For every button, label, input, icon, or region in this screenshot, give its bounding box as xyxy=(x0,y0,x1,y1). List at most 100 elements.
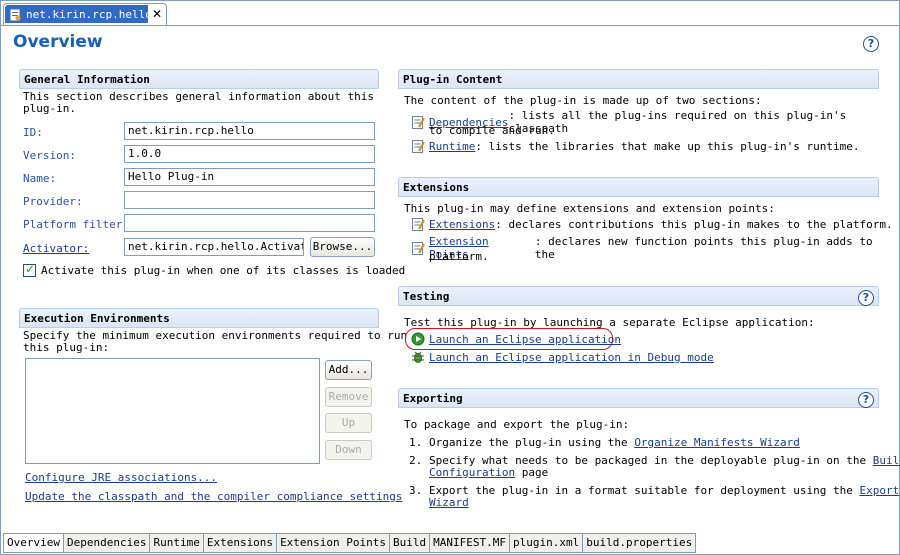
tab-runtime[interactable]: Runtime xyxy=(150,534,204,553)
down-button[interactable]: Down xyxy=(325,440,372,460)
section-title: Execution Environments xyxy=(24,312,170,325)
exporting-intro: To package and export the plug-in: xyxy=(404,418,630,431)
tab-plugin-xml[interactable]: plugin.xml xyxy=(510,534,584,553)
step3-text: Export the plug-in in a format suitable … xyxy=(429,484,860,497)
activate-checkbox-row[interactable]: ✓ Activate this plug-in when one of its … xyxy=(23,262,406,277)
checkmark-icon: ✓ xyxy=(25,262,36,276)
help-icon[interactable]: ? xyxy=(863,36,879,52)
execution-description-line2: this plug-in: xyxy=(23,341,110,354)
runtime-row: Runtime : lists the libraries that make … xyxy=(411,139,859,153)
browse-button[interactable]: Browse... xyxy=(310,237,375,257)
testing-header[interactable]: Testing xyxy=(398,286,879,306)
plugin-content-section: Plug-in Content xyxy=(398,69,879,89)
testing-help-icon[interactable]: ? xyxy=(858,290,874,306)
remove-button[interactable]: Remove xyxy=(325,387,372,407)
tab-build-properties[interactable]: build.properties xyxy=(583,534,697,553)
step2-number: 2. xyxy=(409,454,423,467)
debug-row: Launch an Eclipse application in Debug m… xyxy=(411,350,714,364)
section-title: Testing xyxy=(403,290,450,303)
editor-tab[interactable]: net.kirin.rcp.hello ✕ xyxy=(3,3,167,25)
step1-number: 1. xyxy=(409,436,423,449)
editor-tab-title: net.kirin.rcp.hello xyxy=(26,8,152,21)
extension-points-description-line2: platform. xyxy=(429,250,489,263)
exporting-header[interactable]: Exporting xyxy=(398,388,879,408)
dependencies-description: : lists all the plug-ins required on thi… xyxy=(508,109,847,135)
up-button[interactable]: Up xyxy=(325,413,372,433)
build-configuration-link-cont[interactable]: Configuration xyxy=(429,466,515,479)
version-label: Version: xyxy=(23,149,76,162)
extensions-intro: This plug-in may define extensions and e… xyxy=(404,202,775,215)
execution-environments-header[interactable]: Execution Environments xyxy=(19,308,379,328)
plugin-content-intro: The content of the plug-in is made up of… xyxy=(404,94,762,107)
step2-line2: Configuration page xyxy=(429,466,548,479)
step1-text: Organize the plug-in using the xyxy=(429,436,635,449)
provider-label: Provider: xyxy=(23,195,83,208)
tab-build[interactable]: Build xyxy=(390,534,431,553)
section-title: General Information xyxy=(24,73,150,86)
plugin-content-header[interactable]: Plug-in Content xyxy=(398,69,879,89)
name-label: Name: xyxy=(23,172,57,185)
id-field[interactable]: net.kirin.rcp.hello xyxy=(124,122,375,140)
platform-filter-label: Platform filter: xyxy=(23,218,129,231)
debug-application-link[interactable]: Launch an Eclipse application in Debug m… xyxy=(429,351,714,364)
launch-row: Launch an Eclipse application xyxy=(411,332,621,346)
add-button[interactable]: Add... xyxy=(325,360,372,380)
export-wizard-link-cont[interactable]: Wizard xyxy=(429,496,469,509)
step1-line: Organize the plug-in using the Organize … xyxy=(429,436,800,449)
step2-text2: page xyxy=(515,466,549,479)
name-field[interactable]: Hello Plug-in xyxy=(124,168,375,186)
execution-environments-section: Execution Environments xyxy=(19,308,379,328)
tab-manifest[interactable]: MANIFEST.MF xyxy=(430,534,511,553)
general-description-line2: plug-in. xyxy=(23,102,76,115)
extensions-header[interactable]: Extensions xyxy=(398,177,879,197)
step3-line: Export the plug-in in a format suitable … xyxy=(429,484,899,497)
testing-section: Testing xyxy=(398,286,879,306)
export-wizard-link[interactable]: Export xyxy=(859,484,899,497)
dependencies-description-line2: to compile and run. xyxy=(429,124,555,137)
exporting-section: Exporting xyxy=(398,388,879,408)
page-edit-icon xyxy=(412,140,425,153)
general-information-header[interactable]: General Information xyxy=(19,69,379,89)
configure-jre-link[interactable]: Configure JRE associations... xyxy=(25,471,217,484)
extensions-row: Extensions : declares contributions this… xyxy=(411,217,893,231)
version-field[interactable]: 1.0.0 xyxy=(124,145,375,163)
page-edit-icon xyxy=(412,218,425,231)
editor-frame: net.kirin.rcp.hello ✕ Overview ? General… xyxy=(0,0,900,555)
general-information-section: General Information xyxy=(19,69,379,89)
page-title: Overview xyxy=(13,32,103,52)
extensions-description: : declares contributions this plug-in ma… xyxy=(495,217,893,231)
tab-strip-divider xyxy=(1,25,899,26)
update-classpath-link[interactable]: Update the classpath and the compiler co… xyxy=(25,490,403,503)
tab-extension-points[interactable]: Extension Points xyxy=(277,534,391,553)
page-edit-icon xyxy=(412,242,425,255)
extensions-link[interactable]: Extensions xyxy=(429,218,495,231)
activate-checkbox-label: Activate this plug-in when one of its cl… xyxy=(41,264,406,277)
runtime-description: : lists the libraries that make up this … xyxy=(475,139,860,153)
extensions-section: Extensions xyxy=(398,177,879,197)
close-icon[interactable]: ✕ xyxy=(152,7,162,21)
section-title: Plug-in Content xyxy=(403,73,503,86)
id-label: ID: xyxy=(23,126,43,139)
page-edit-icon xyxy=(412,116,425,129)
exporting-help-icon[interactable]: ? xyxy=(858,392,874,408)
platform-filter-field[interactable] xyxy=(124,214,375,232)
activate-checkbox[interactable]: ✓ xyxy=(23,262,36,277)
step3-line2: Wizard xyxy=(429,496,469,509)
execution-environments-list[interactable] xyxy=(25,358,320,464)
plugin-file-icon xyxy=(9,8,21,21)
step3-number: 3. xyxy=(409,484,423,497)
tab-extensions[interactable]: Extensions xyxy=(203,534,278,553)
organize-manifests-link[interactable]: Organize Manifests Wizard xyxy=(634,436,800,449)
editor-page-tabs: Overview Dependencies Runtime Extensions… xyxy=(3,533,697,553)
provider-field[interactable] xyxy=(124,191,375,209)
build-configuration-link[interactable]: Build xyxy=(873,454,900,467)
activator-link[interactable]: Activator: xyxy=(23,242,89,255)
tab-overview[interactable]: Overview xyxy=(3,534,64,553)
debug-icon xyxy=(412,351,424,363)
tab-dependencies[interactable]: Dependencies xyxy=(63,534,151,553)
section-title: Extensions xyxy=(403,181,470,194)
runtime-link[interactable]: Runtime xyxy=(429,140,475,153)
launch-application-link[interactable]: Launch an Eclipse application xyxy=(429,333,621,346)
activator-field[interactable]: net.kirin.rcp.hello.Activator xyxy=(124,238,304,256)
extension-points-description: : declares new function points this plug… xyxy=(534,235,873,261)
